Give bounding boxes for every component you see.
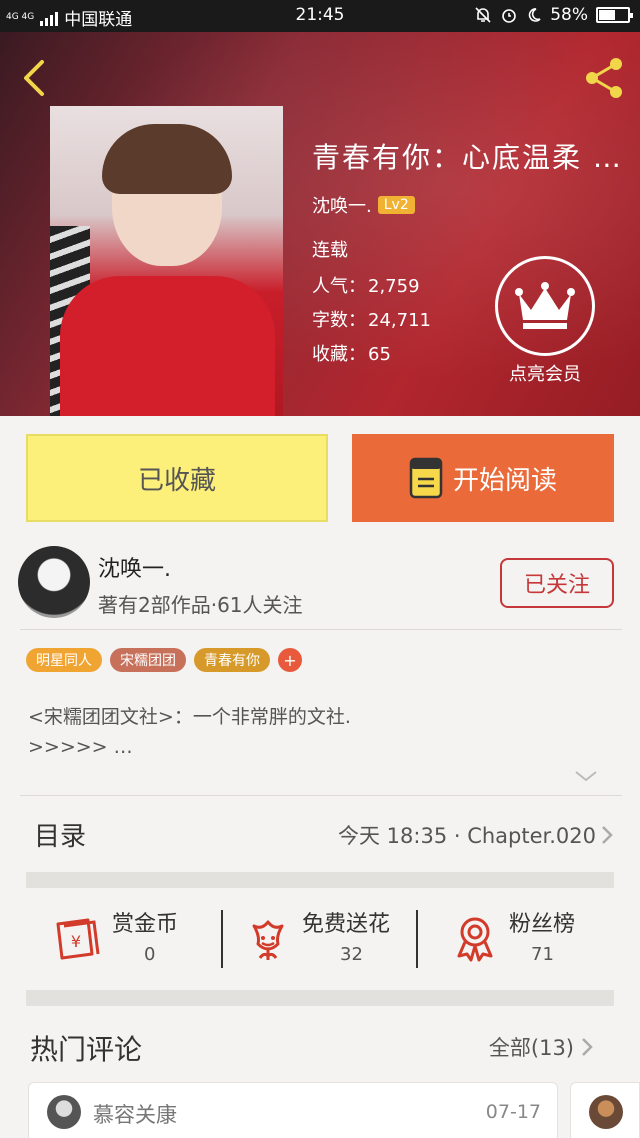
commenter-name: 慕容关康 [93, 1103, 177, 1127]
book-author-name[interactable]: 沈唤一. [312, 192, 372, 218]
tip-coins-action[interactable]: ¥ 赏金币 0 [54, 906, 224, 972]
avatar[interactable] [47, 1095, 81, 1129]
send-flower-action[interactable]: 免费送花 32 [244, 906, 419, 972]
tag-chip[interactable]: 青春有你 [194, 648, 270, 672]
popularity-stat: 人气： 2,759 [312, 276, 420, 297]
author-name: 沈唤一. [98, 557, 171, 582]
section-separator [26, 990, 614, 1006]
level-badge: Lv2 [377, 196, 415, 214]
action-label: 粉丝榜 [509, 912, 576, 937]
battery-icon [596, 7, 633, 23]
divider [416, 910, 418, 968]
author-card[interactable]: 沈唤一. 著有2部作品·61人关注 已关注 [0, 541, 640, 631]
vip-button[interactable]: 点亮会员 [490, 256, 600, 386]
table-of-contents-row[interactable]: 目录 今天 18:35 · Chapter.020 [0, 796, 640, 872]
expand-description-button[interactable] [572, 766, 600, 786]
back-button[interactable] [14, 56, 58, 100]
action-label: 赏金币 [112, 912, 179, 937]
comment-card[interactable] [570, 1082, 640, 1138]
word-count-stat: 字数： 24,711 [312, 310, 431, 331]
add-tag-button[interactable]: + [278, 648, 302, 672]
share-icon [586, 58, 622, 98]
tag-list: 明星同人 宋糯团团 青春有你 + [26, 648, 302, 672]
description-line: <宋糯团团文社>：一个非常胖的文社. [28, 706, 351, 728]
book-header: 青春有你：心底温柔 … 沈唤一. Lv2 连载 人气： 2,759 字数： 24,7… [0, 32, 640, 416]
description-line: >>>>> … [28, 736, 133, 758]
book-icon [409, 457, 443, 499]
start-reading-button[interactable]: 开始阅读 [352, 434, 614, 522]
svg-text:¥: ¥ [71, 932, 81, 951]
red-envelope-icon: ¥ [56, 918, 100, 960]
crown-icon [515, 282, 575, 329]
support-actions: ¥ 赏金币 0 免费送花 32 粉丝榜 71 [26, 888, 614, 988]
favorites-stat: 收藏： 65 [312, 344, 391, 365]
author-info: 著有2部作品·61人关注 [98, 593, 303, 617]
action-value: 71 [531, 944, 554, 965]
status-bar: 4G 4G 中国联通 21:45 58% [0, 0, 640, 32]
avatar[interactable] [589, 1095, 623, 1129]
book-title: 青春有你：心底温柔 … [312, 141, 623, 174]
action-value: 0 [144, 944, 156, 965]
alarm-icon [502, 9, 517, 23]
chevron-right-icon [582, 1038, 593, 1056]
section-separator [26, 872, 614, 888]
comment-card[interactable]: 慕容关康 07-17 [28, 1082, 558, 1138]
chevron-down-icon [575, 771, 597, 782]
tag-chip[interactable]: 明星同人 [26, 648, 102, 672]
divider [20, 629, 622, 630]
comment-date: 07-17 [485, 1101, 541, 1123]
start-reading-label: 开始阅读 [452, 465, 557, 496]
vip-label: 点亮会员 [509, 364, 581, 385]
flower-icon [252, 920, 284, 960]
action-value: 32 [340, 944, 363, 965]
fan-ranking-action[interactable]: 粉丝榜 71 [451, 906, 611, 972]
divider [221, 910, 223, 968]
book-cover-image[interactable] [50, 106, 283, 416]
hot-comments-title: 热门评论 [30, 1033, 143, 1066]
action-buttons: 已收藏 开始阅读 [0, 416, 640, 541]
book-description: <宋糯团团文社>：一个非常胖的文社. >>>>> … [28, 702, 618, 762]
tag-chip[interactable]: 宋糯团团 [110, 648, 186, 672]
medal-icon [457, 917, 493, 962]
follow-button[interactable]: 已关注 [500, 558, 614, 608]
avatar[interactable] [18, 546, 90, 618]
chevron-left-icon [24, 60, 44, 96]
book-status: 连载 [312, 240, 348, 261]
share-button[interactable] [580, 54, 628, 102]
all-comments-link[interactable]: 全部(13) [489, 1032, 574, 1062]
hot-comments-header: 热门评论 全部(13) [0, 1010, 640, 1070]
latest-chapter: 今天 18:35 · Chapter.020 [337, 824, 596, 848]
book-author-line[interactable]: 沈唤一. Lv2 [312, 192, 415, 218]
favorited-button[interactable]: 已收藏 [26, 434, 328, 522]
moon-icon [528, 8, 541, 22]
battery-percent: 58% [550, 5, 588, 25]
chevron-right-icon [602, 826, 613, 844]
mute-bell-icon [475, 7, 491, 23]
toc-label: 目录 [34, 822, 87, 852]
action-label: 免费送花 [302, 912, 391, 937]
